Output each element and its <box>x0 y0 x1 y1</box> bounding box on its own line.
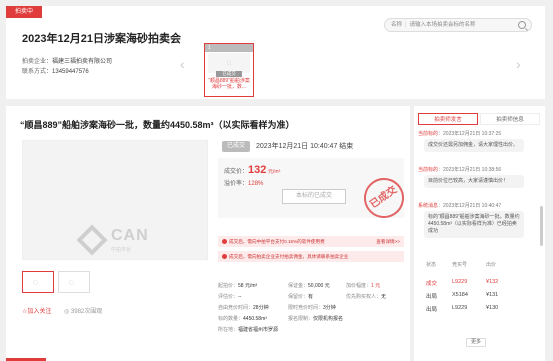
deal-price: 132 <box>248 164 267 176</box>
follow-button[interactable]: ☆加入关注 <box>22 306 51 315</box>
lot-detail: “顺昌889”船舶涉案海砂一批，数量约4450.58m³（以实际看样为准） CA… <box>6 106 412 361</box>
bid-number: L9229 <box>452 279 468 285</box>
status-badge: 拍卖中 <box>6 6 42 18</box>
bid-price: ¥132 <box>486 279 499 285</box>
tab-auctioneer-speech[interactable]: 拍卖师发言 <box>418 113 478 125</box>
auction-header-card: 拍卖中 2023年12月21日涉案海砂拍卖会 拍卖企业：福建三福拍卖有限公司 联… <box>6 6 545 99</box>
page-title: 2023年12月21日涉案海砂拍卖会 <box>22 33 181 45</box>
bid-state: 出局 <box>426 307 438 313</box>
bid-state: 出局 <box>426 294 438 300</box>
contact-info: 联系方式：13459447576 <box>22 69 89 75</box>
search-input[interactable]: 名称 | 请输入本场拍卖会标的名称 <box>384 18 532 32</box>
lot-number: 1 <box>205 44 253 52</box>
premium-rate: 128% <box>248 181 264 187</box>
org-info: 拍卖企业：福建三福拍卖有限公司 <box>22 59 113 65</box>
bid-price: ¥131 <box>486 292 499 298</box>
fee-notice: 成交后，需向中拍平台支付0.15%的软件使用费 查看详情>> <box>218 236 404 247</box>
scrollbar[interactable] <box>540 206 543 246</box>
commission-notice: 成交后，需向拍卖企业支付拍卖佣金，具体请联系拍卖企业 <box>218 251 404 262</box>
bid-number: L9229 <box>452 305 468 311</box>
details-link[interactable]: 查看详情>> <box>376 236 400 247</box>
bid-price: ¥130 <box>486 305 499 311</box>
image-thumb-1[interactable]: ▢ <box>22 271 54 293</box>
sold-stamp: 已成交 <box>356 170 412 226</box>
tab-auctioneer-info[interactable]: 拍卖师信息 <box>480 113 540 125</box>
list-item: 当前标的：2023年12月21日 10:37:25 成交价还需另加佣金，请大家理… <box>418 130 536 152</box>
end-time: 2023年12月21日 10:40:47 结束 <box>256 143 354 150</box>
price-box: 成交价：132 元/m³ 溢价率：128% 本标的已成交 已成交 <box>218 158 412 226</box>
bid-state: 成交 <box>426 281 438 287</box>
column-header: 状态 <box>426 262 437 268</box>
lot-image: ▢ <box>208 53 250 73</box>
bid-number: X5184 <box>452 292 468 298</box>
image-thumb-2[interactable]: ▢ <box>58 271 90 293</box>
list-item: 系统消息：2023年12月21日 10:40:47 标的“顺昌889”船舶涉案海… <box>418 202 536 238</box>
can-logo: CAN 中拍平台 <box>76 224 161 257</box>
auctioneer-panel: 拍卖师发言 拍卖师信息 当前标的：2023年12月21日 10:37:25 成交… <box>414 106 545 361</box>
lot-status: 已成交 <box>216 71 242 77</box>
lot-caption: “顺昌889”船舶涉案海砂一批，数... <box>208 78 250 90</box>
more-bids-button[interactable]: 更多 <box>466 338 486 347</box>
view-count: ◎ 3982次围观 <box>64 309 103 315</box>
status-badge: 已成交 <box>222 141 250 152</box>
lot-title: “顺昌889”船舶涉案海砂一批，数量约4450.58m³（以实际看样为准） <box>20 120 295 130</box>
lot-thumbnail[interactable]: 1 ▢ 已成交 “顺昌889”船舶涉案海砂一批，数... <box>204 43 254 97</box>
message-feed: 当前标的：2023年12月21日 10:37:25 成交价还需另加佣金，请大家理… <box>418 128 536 252</box>
column-header: 竞买号 <box>452 262 468 268</box>
lot-main-image: CAN 中拍平台 <box>22 140 208 260</box>
chevron-right-icon[interactable]: › <box>516 56 521 72</box>
search-icon[interactable] <box>518 21 526 29</box>
bid-button-disabled[interactable]: 本标的已成交 <box>282 189 346 204</box>
list-item: 当前标的：2023年12月21日 10:38:56 目前价位已较高，大家请谨慎出… <box>418 166 536 188</box>
column-header: 出价 <box>486 262 497 268</box>
chevron-left-icon[interactable]: ‹ <box>180 56 185 72</box>
